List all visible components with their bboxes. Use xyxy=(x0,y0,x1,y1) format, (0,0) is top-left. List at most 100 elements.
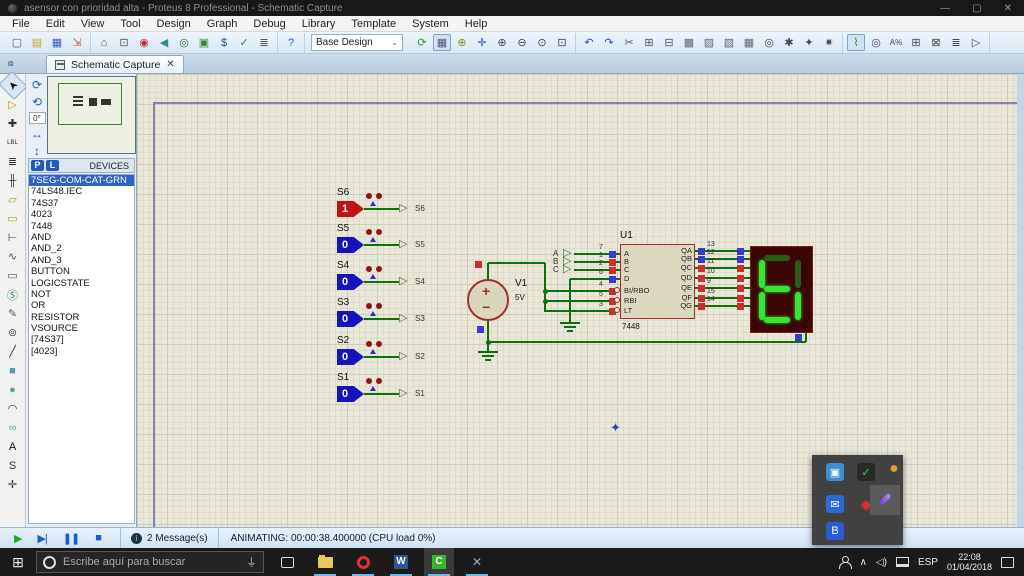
device-item[interactable]: BUTTON xyxy=(29,266,134,277)
block-move-icon[interactable]: ▨ xyxy=(700,34,718,51)
app-x-icon[interactable]: ✕ xyxy=(462,548,492,576)
rotate-cw-icon[interactable]: ⟳ xyxy=(32,78,42,92)
find-component-icon[interactable]: ◎ xyxy=(175,34,193,51)
tray-feather-cell[interactable] xyxy=(870,485,900,515)
logicstate-toggle-arrow-icon[interactable] xyxy=(370,386,376,391)
wire-label-mode[interactable]: LBL xyxy=(2,133,24,152)
terminal-icon[interactable]: ▷ xyxy=(399,239,407,249)
library-manager-button[interactable]: L xyxy=(46,160,59,171)
current-probe-mode[interactable]: ⊚ xyxy=(2,323,24,342)
grid-toggle-icon[interactable]: ▦ xyxy=(433,34,451,51)
device-item[interactable]: 74S37 xyxy=(29,198,134,209)
redo-icon[interactable]: ↷ xyxy=(600,34,618,51)
logicstate-toggle-arrow-icon[interactable] xyxy=(370,349,376,354)
logicstate-toggle-dot[interactable] xyxy=(366,303,372,309)
logicstate-toggle-dot[interactable] xyxy=(376,193,382,199)
decompose-icon[interactable]: ✷ xyxy=(820,34,838,51)
bom-icon[interactable]: $ xyxy=(215,34,233,51)
menu-debug[interactable]: Debug xyxy=(245,18,293,30)
open-folder-icon[interactable]: ▤ xyxy=(28,34,46,51)
packaging-tool-icon[interactable]: ✦ xyxy=(800,34,818,51)
home-icon[interactable]: ⌂ xyxy=(95,34,113,51)
pick-device-icon[interactable]: ◎ xyxy=(760,34,778,51)
copy-icon[interactable]: ⊞ xyxy=(640,34,658,51)
paste-icon[interactable]: ⊟ xyxy=(660,34,678,51)
camtasia-icon[interactable]: C xyxy=(424,548,454,576)
zoom-area-icon[interactable]: ⊡ xyxy=(553,34,571,51)
block-delete-icon[interactable]: ▦ xyxy=(740,34,758,51)
volume-icon[interactable]: ◁) xyxy=(876,557,887,568)
device-item[interactable]: [74S37] xyxy=(29,334,134,345)
network-icon[interactable] xyxy=(896,557,909,567)
menu-system[interactable]: System xyxy=(404,18,457,30)
redraw-icon[interactable]: ⟳ xyxy=(413,34,431,51)
zoom-child-icon[interactable]: ▷ xyxy=(967,34,985,51)
bluetooth-icon[interactable]: B xyxy=(826,522,844,540)
marker-mode[interactable]: ✛ xyxy=(2,475,24,494)
origin-icon[interactable]: ⊕ xyxy=(453,34,471,51)
logicstate-toggle-dot[interactable] xyxy=(366,266,372,272)
tape-recorder-mode[interactable]: ▭ xyxy=(2,266,24,285)
device-item[interactable]: 74LS48.IEC xyxy=(29,186,134,197)
logicstate-toggle-dot[interactable] xyxy=(376,303,382,309)
device-item[interactable]: VSOURCE xyxy=(29,323,134,334)
device-item[interactable]: NOT xyxy=(29,289,134,300)
block-rotate-icon[interactable]: ▧ xyxy=(720,34,738,51)
logicstate-toggle-arrow-icon[interactable] xyxy=(370,274,376,279)
voltage-probe-mode[interactable]: ✎ xyxy=(2,304,24,323)
taskbar-clock[interactable]: 22:08 01/04/2018 xyxy=(947,552,992,572)
2d-line-mode[interactable]: ╱ xyxy=(2,342,24,361)
goto-sheet-icon[interactable]: ≣ xyxy=(947,34,965,51)
generator-mode[interactable]: Ⓢ xyxy=(2,285,24,304)
antivirus-shield-icon[interactable]: ✓ xyxy=(857,463,875,481)
notifications-icon[interactable] xyxy=(1001,557,1014,568)
text-script-mode[interactable]: ≣ xyxy=(2,152,24,171)
terminal-icon[interactable]: ▷ xyxy=(399,203,407,213)
junction-dot-mode[interactable]: ✚ xyxy=(2,114,24,133)
help-icon[interactable]: ? xyxy=(282,34,300,51)
select-region-icon[interactable]: ⊡ xyxy=(115,34,133,51)
menu-help[interactable]: Help xyxy=(457,18,496,30)
netlist-icon[interactable]: ≣ xyxy=(255,34,273,51)
close-button[interactable]: ✕ xyxy=(1004,3,1012,14)
tray-chevron-up-icon[interactable]: ∧ xyxy=(860,557,867,568)
menu-view[interactable]: View xyxy=(73,18,113,30)
device-item[interactable]: AND_3 xyxy=(29,255,134,266)
menu-library[interactable]: Library xyxy=(294,18,344,30)
device-item[interactable]: OR xyxy=(29,300,134,311)
taskbar-search-input[interactable]: Escribe aquí para buscar ⏚ xyxy=(36,551,264,573)
subcircuit-mode[interactable]: ▱ xyxy=(2,190,24,209)
2d-circle-mode[interactable]: ● xyxy=(2,380,24,399)
logicstate-toggle-arrow-icon[interactable] xyxy=(370,201,376,206)
mirror-vertical-icon[interactable]: ↕ xyxy=(34,144,40,158)
cut-icon[interactable]: ✂ xyxy=(620,34,638,51)
step-button[interactable]: ▶| xyxy=(37,532,46,545)
stop-button[interactable]: ■ xyxy=(95,532,101,544)
language-indicator[interactable]: ESP xyxy=(918,557,938,568)
device-item[interactable]: 7448 xyxy=(29,221,134,232)
menu-graph[interactable]: Graph xyxy=(199,18,246,30)
menu-template[interactable]: Template xyxy=(343,18,404,30)
device-item[interactable]: AND_2 xyxy=(29,243,134,254)
logicstate-toggle-dot[interactable] xyxy=(376,341,382,347)
erc-icon[interactable]: ✓ xyxy=(235,34,253,51)
zoom-all-icon[interactable]: ⊙ xyxy=(533,34,551,51)
tab-close-icon[interactable]: ✕ xyxy=(166,59,174,70)
rotate-ccw-icon[interactable]: ⟲ xyxy=(32,95,42,109)
start-button[interactable]: ⊞ xyxy=(0,548,36,576)
2d-box-mode[interactable]: ■ xyxy=(2,361,24,380)
device-item[interactable]: RESISTOR xyxy=(29,312,134,323)
symbol-mode[interactable]: S xyxy=(2,456,24,475)
menu-file[interactable]: File xyxy=(4,18,38,30)
terminal-icon[interactable]: ▷ xyxy=(399,313,407,323)
sync-app-icon[interactable]: ✉ xyxy=(826,495,844,513)
device-item[interactable]: LOGICSTATE xyxy=(29,278,134,289)
3d-viewer-icon[interactable]: ▣ xyxy=(195,34,213,51)
word-icon[interactable]: W xyxy=(386,548,416,576)
design-selector[interactable]: Base Design⌄ xyxy=(311,34,403,51)
device-item[interactable]: 7SEG-COM-CAT-GRN xyxy=(29,175,134,186)
wire-autorouter-icon[interactable]: ⌇ xyxy=(847,34,865,51)
device-item[interactable]: [4023] xyxy=(29,346,134,357)
logicstate-toggle-dot[interactable] xyxy=(376,378,382,384)
search-tag-icon[interactable]: ◎ xyxy=(867,34,885,51)
